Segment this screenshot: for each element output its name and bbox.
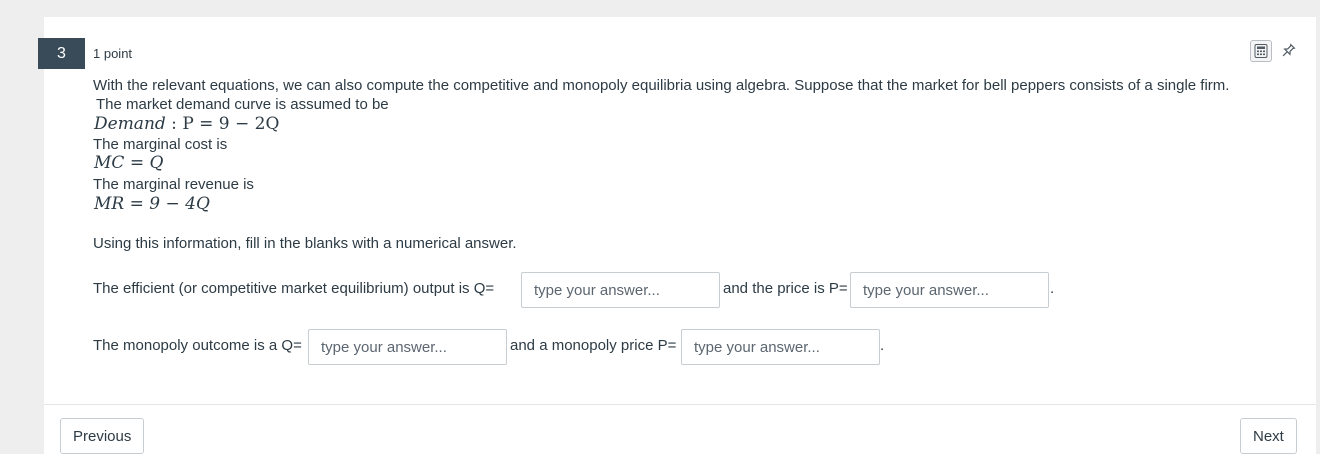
mr-equation: MR = 9 − 4Q (94, 194, 210, 214)
question-intro: With the relevant equations, we can also… (93, 77, 1230, 94)
demand-equation-body: : P = 9 − 2Q (165, 114, 280, 134)
competitive-price-input[interactable] (850, 272, 1049, 308)
demand-intro: The market demand curve is assumed to be (96, 96, 389, 113)
line1-suffix: . (1050, 280, 1055, 297)
monopoly-price-input[interactable] (681, 329, 880, 365)
monopoly-quantity-input[interactable] (308, 329, 507, 365)
previous-button[interactable]: Previous (60, 418, 145, 454)
line2-suffix: . (880, 337, 885, 354)
demand-equation-label: Demand (94, 114, 166, 134)
mc-intro: The marginal cost is (93, 136, 228, 153)
question-number-badge: 3 (38, 38, 85, 69)
line2-middle: and a monopoly price P= (510, 337, 677, 354)
next-button[interactable]: Next (1240, 418, 1297, 454)
line1-middle: and the price is P= (723, 280, 848, 297)
footer-divider (44, 404, 1316, 405)
demand-equation: Demand : P = 9 − 2Q (94, 114, 279, 134)
line2-prefix: The monopoly outcome is a Q= (93, 337, 302, 354)
mc-equation: MC = Q (94, 153, 164, 173)
mr-intro: The marginal revenue is (93, 176, 254, 193)
calculator-icon[interactable] (1250, 40, 1272, 62)
question-tools (1250, 40, 1298, 62)
question-points: 1 point (93, 46, 133, 61)
instruction-text: Using this information, fill in the blan… (93, 235, 517, 252)
line1-prefix: The efficient (or competitive market equ… (93, 280, 495, 297)
pin-icon[interactable] (1278, 41, 1298, 61)
competitive-quantity-input[interactable] (521, 272, 720, 308)
